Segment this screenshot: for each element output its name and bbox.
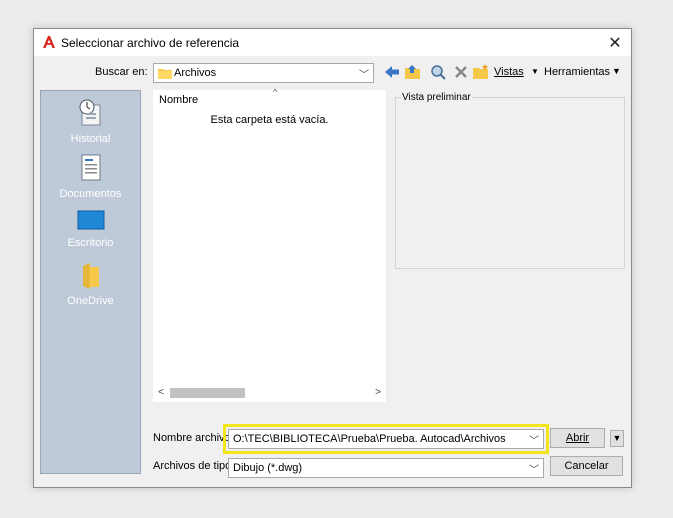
lookin-value: Archivos bbox=[174, 67, 217, 79]
place-history[interactable]: Historial bbox=[41, 99, 140, 145]
empty-folder-message: Esta carpeta está vacía. bbox=[210, 114, 329, 126]
place-label: Historial bbox=[70, 133, 111, 145]
lookin-select[interactable]: Archivos ﹀ bbox=[153, 63, 374, 83]
delete-icon[interactable] bbox=[453, 64, 469, 80]
place-label: Documentos bbox=[59, 188, 122, 200]
autocad-logo-icon bbox=[43, 36, 55, 48]
window-title: Seleccionar archivo de referencia bbox=[61, 36, 240, 50]
close-icon: ✕ bbox=[608, 34, 622, 52]
chevron-down-icon: ﹀ bbox=[359, 70, 369, 81]
column-header-label: Nombre bbox=[159, 94, 199, 106]
file-dialog: Seleccionar archivo de referencia ✕ Busc… bbox=[33, 28, 632, 488]
title-bar: Seleccionar archivo de referencia ✕ bbox=[34, 29, 631, 56]
search-web-icon[interactable] bbox=[430, 64, 446, 80]
filename-label: Nombre archivo: bbox=[153, 432, 234, 444]
preview-label: Vista preliminar bbox=[401, 92, 472, 103]
documents-icon bbox=[81, 154, 100, 181]
place-onedrive[interactable]: OneDrive bbox=[41, 263, 140, 307]
places-bar: Historial Documentos Escritorio OneDrive bbox=[40, 90, 141, 474]
filename-value: O:\TEC\BIBLIOTECA\Prueba\Prueba. Autocad… bbox=[233, 433, 506, 445]
open-button-label: Abrir bbox=[565, 432, 590, 444]
chevron-down-icon[interactable]: ﹀ bbox=[529, 432, 539, 447]
onedrive-icon bbox=[82, 263, 99, 289]
sort-up-icon: ^ bbox=[273, 87, 278, 97]
preview-pane bbox=[395, 97, 625, 269]
chevron-down-icon: ﹀ bbox=[529, 465, 539, 476]
scroll-left-icon[interactable]: < bbox=[158, 387, 164, 398]
scroll-right-icon[interactable]: > bbox=[375, 387, 381, 398]
horizontal-scrollbar[interactable]: < > bbox=[153, 385, 386, 402]
cancel-button-label: Cancelar bbox=[564, 460, 609, 472]
history-icon bbox=[79, 99, 100, 126]
scroll-thumb[interactable] bbox=[170, 388, 245, 398]
open-options-dropdown[interactable]: ▼ bbox=[610, 430, 624, 447]
open-button[interactable]: Abrir bbox=[550, 428, 605, 448]
up-folder-icon[interactable] bbox=[405, 64, 421, 80]
back-arrow-icon[interactable] bbox=[384, 64, 400, 80]
lookin-label: Buscar en: bbox=[95, 66, 148, 78]
close-button[interactable]: ✕ bbox=[599, 29, 631, 56]
place-documents[interactable]: Documentos bbox=[41, 154, 140, 200]
column-header-name[interactable]: Nombre bbox=[159, 94, 198, 106]
filename-input[interactable]: O:\TEC\BIBLIOTECA\Prueba\Prueba. Autocad… bbox=[228, 429, 544, 449]
folder-icon bbox=[158, 69, 172, 79]
filetype-select[interactable]: Dibujo (*.dwg) ﹀ bbox=[228, 458, 544, 478]
place-label: OneDrive bbox=[67, 295, 114, 307]
place-desktop[interactable]: Escritorio bbox=[41, 209, 140, 249]
new-folder-icon[interactable] bbox=[473, 64, 489, 80]
filetype-value: Dibujo (*.dwg) bbox=[233, 462, 303, 474]
desktop-icon bbox=[77, 210, 104, 230]
views-label: Vistas bbox=[494, 66, 524, 78]
place-label: Escritorio bbox=[67, 237, 114, 249]
tools-dropdown-icon[interactable]: ▼ bbox=[612, 66, 621, 76]
filetype-label: Archivos de tipo: bbox=[153, 460, 235, 472]
tools-menu[interactable]: Herramientas bbox=[544, 66, 610, 78]
tools-label: Herramientas bbox=[544, 66, 611, 78]
views-menu[interactable]: Vistas bbox=[494, 66, 524, 78]
cancel-button[interactable]: Cancelar bbox=[550, 456, 623, 476]
file-list[interactable]: Nombre ^ Esta carpeta está vacía. bbox=[153, 87, 386, 402]
views-dropdown-icon[interactable]: ▼ bbox=[531, 67, 539, 76]
